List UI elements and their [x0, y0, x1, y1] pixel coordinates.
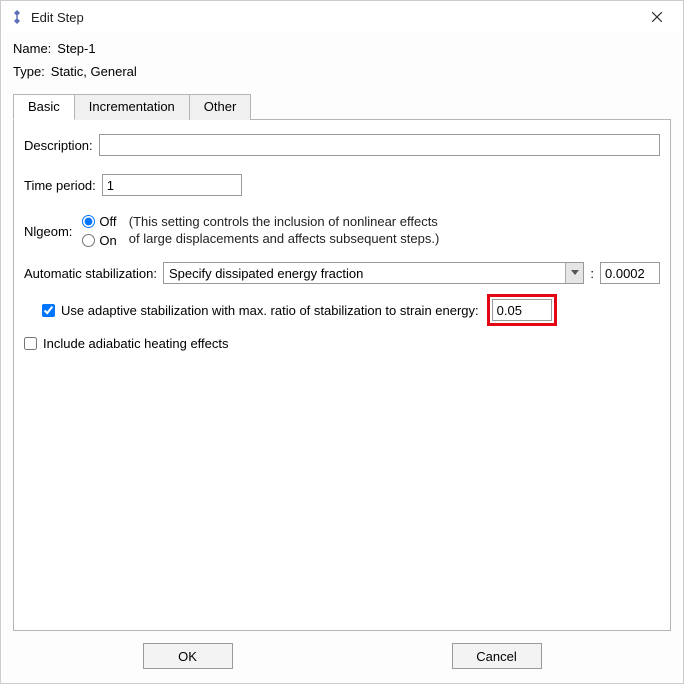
tab-other-label: Other: [204, 99, 237, 114]
auto-stab-selected: Specify dissipated energy fraction: [164, 263, 565, 283]
auto-stab-row: Automatic stabilization: Specify dissipa…: [24, 262, 660, 284]
adaptive-ratio-input[interactable]: [492, 299, 552, 321]
auto-stab-colon: :: [590, 266, 594, 281]
chevron-down-icon: [571, 270, 579, 276]
ok-label: OK: [178, 649, 197, 664]
nlgeom-on-radio[interactable]: [82, 234, 95, 247]
description-label: Description:: [24, 138, 93, 153]
window-title: Edit Step: [31, 10, 637, 25]
adaptive-stab-checkbox[interactable]: [42, 304, 55, 317]
close-button[interactable]: [637, 3, 677, 31]
cancel-label: Cancel: [476, 649, 516, 664]
auto-stab-value-input[interactable]: [600, 262, 660, 284]
highlight-box: [487, 294, 557, 326]
tab-basic-label: Basic: [28, 99, 60, 114]
time-period-input[interactable]: [102, 174, 242, 196]
type-row: Type: Static, General: [13, 64, 671, 79]
type-value: Static, General: [51, 64, 137, 79]
adiabatic-label: Include adiabatic heating effects: [43, 336, 229, 351]
auto-stab-combo[interactable]: Specify dissipated energy fraction: [163, 262, 584, 284]
nlgeom-on-label: On: [99, 233, 116, 248]
nlgeom-note-line2: of large displacements and affects subse…: [129, 231, 440, 248]
tab-other[interactable]: Other: [189, 94, 252, 120]
nlgeom-on-option[interactable]: On: [82, 233, 116, 248]
name-row: Name: Step-1: [13, 41, 671, 56]
close-icon: [652, 12, 662, 22]
description-input[interactable]: [99, 134, 660, 156]
nlgeom-note: (This setting controls the inclusion of …: [129, 214, 440, 248]
nlgeom-off-radio[interactable]: [82, 215, 95, 228]
adaptive-stab-row: Use adaptive stabilization with max. rat…: [42, 294, 660, 326]
nlgeom-off-option[interactable]: Off: [82, 214, 116, 229]
ok-button[interactable]: OK: [143, 643, 233, 669]
adiabatic-row: Include adiabatic heating effects: [24, 336, 660, 351]
nlgeom-label: Nlgeom:: [24, 224, 72, 239]
adiabatic-checkbox[interactable]: [24, 337, 37, 350]
dialog-content: Name: Step-1 Type: Static, General Basic…: [1, 33, 683, 683]
titlebar: Edit Step: [1, 1, 683, 33]
dialog-footer: OK Cancel: [13, 631, 671, 683]
app-icon: [9, 9, 25, 25]
nlgeom-row: Nlgeom: Off On (This setting controls th…: [24, 214, 660, 248]
tab-incrementation[interactable]: Incrementation: [74, 94, 190, 120]
name-value: Step-1: [57, 41, 95, 56]
nlgeom-note-line1: (This setting controls the inclusion of …: [129, 214, 440, 231]
edit-step-dialog: Edit Step Name: Step-1 Type: Static, Gen…: [0, 0, 684, 684]
tab-strip: Basic Incrementation Other: [13, 93, 671, 119]
combo-dropdown-button[interactable]: [565, 263, 583, 283]
nlgeom-radio-group: Off On: [82, 214, 116, 248]
name-label: Name:: [13, 41, 51, 56]
tab-basic[interactable]: Basic: [13, 94, 75, 120]
adaptive-stab-label: Use adaptive stabilization with max. rat…: [61, 303, 479, 318]
auto-stab-label: Automatic stabilization:: [24, 266, 157, 281]
time-period-row: Time period:: [24, 174, 660, 196]
tab-incrementation-label: Incrementation: [89, 99, 175, 114]
cancel-button[interactable]: Cancel: [452, 643, 542, 669]
type-label: Type:: [13, 64, 45, 79]
tab-panel-basic: Description: Time period: Nlgeom: Off On: [13, 119, 671, 631]
time-period-label: Time period:: [24, 178, 96, 193]
description-row: Description:: [24, 134, 660, 156]
nlgeom-off-label: Off: [99, 214, 116, 229]
